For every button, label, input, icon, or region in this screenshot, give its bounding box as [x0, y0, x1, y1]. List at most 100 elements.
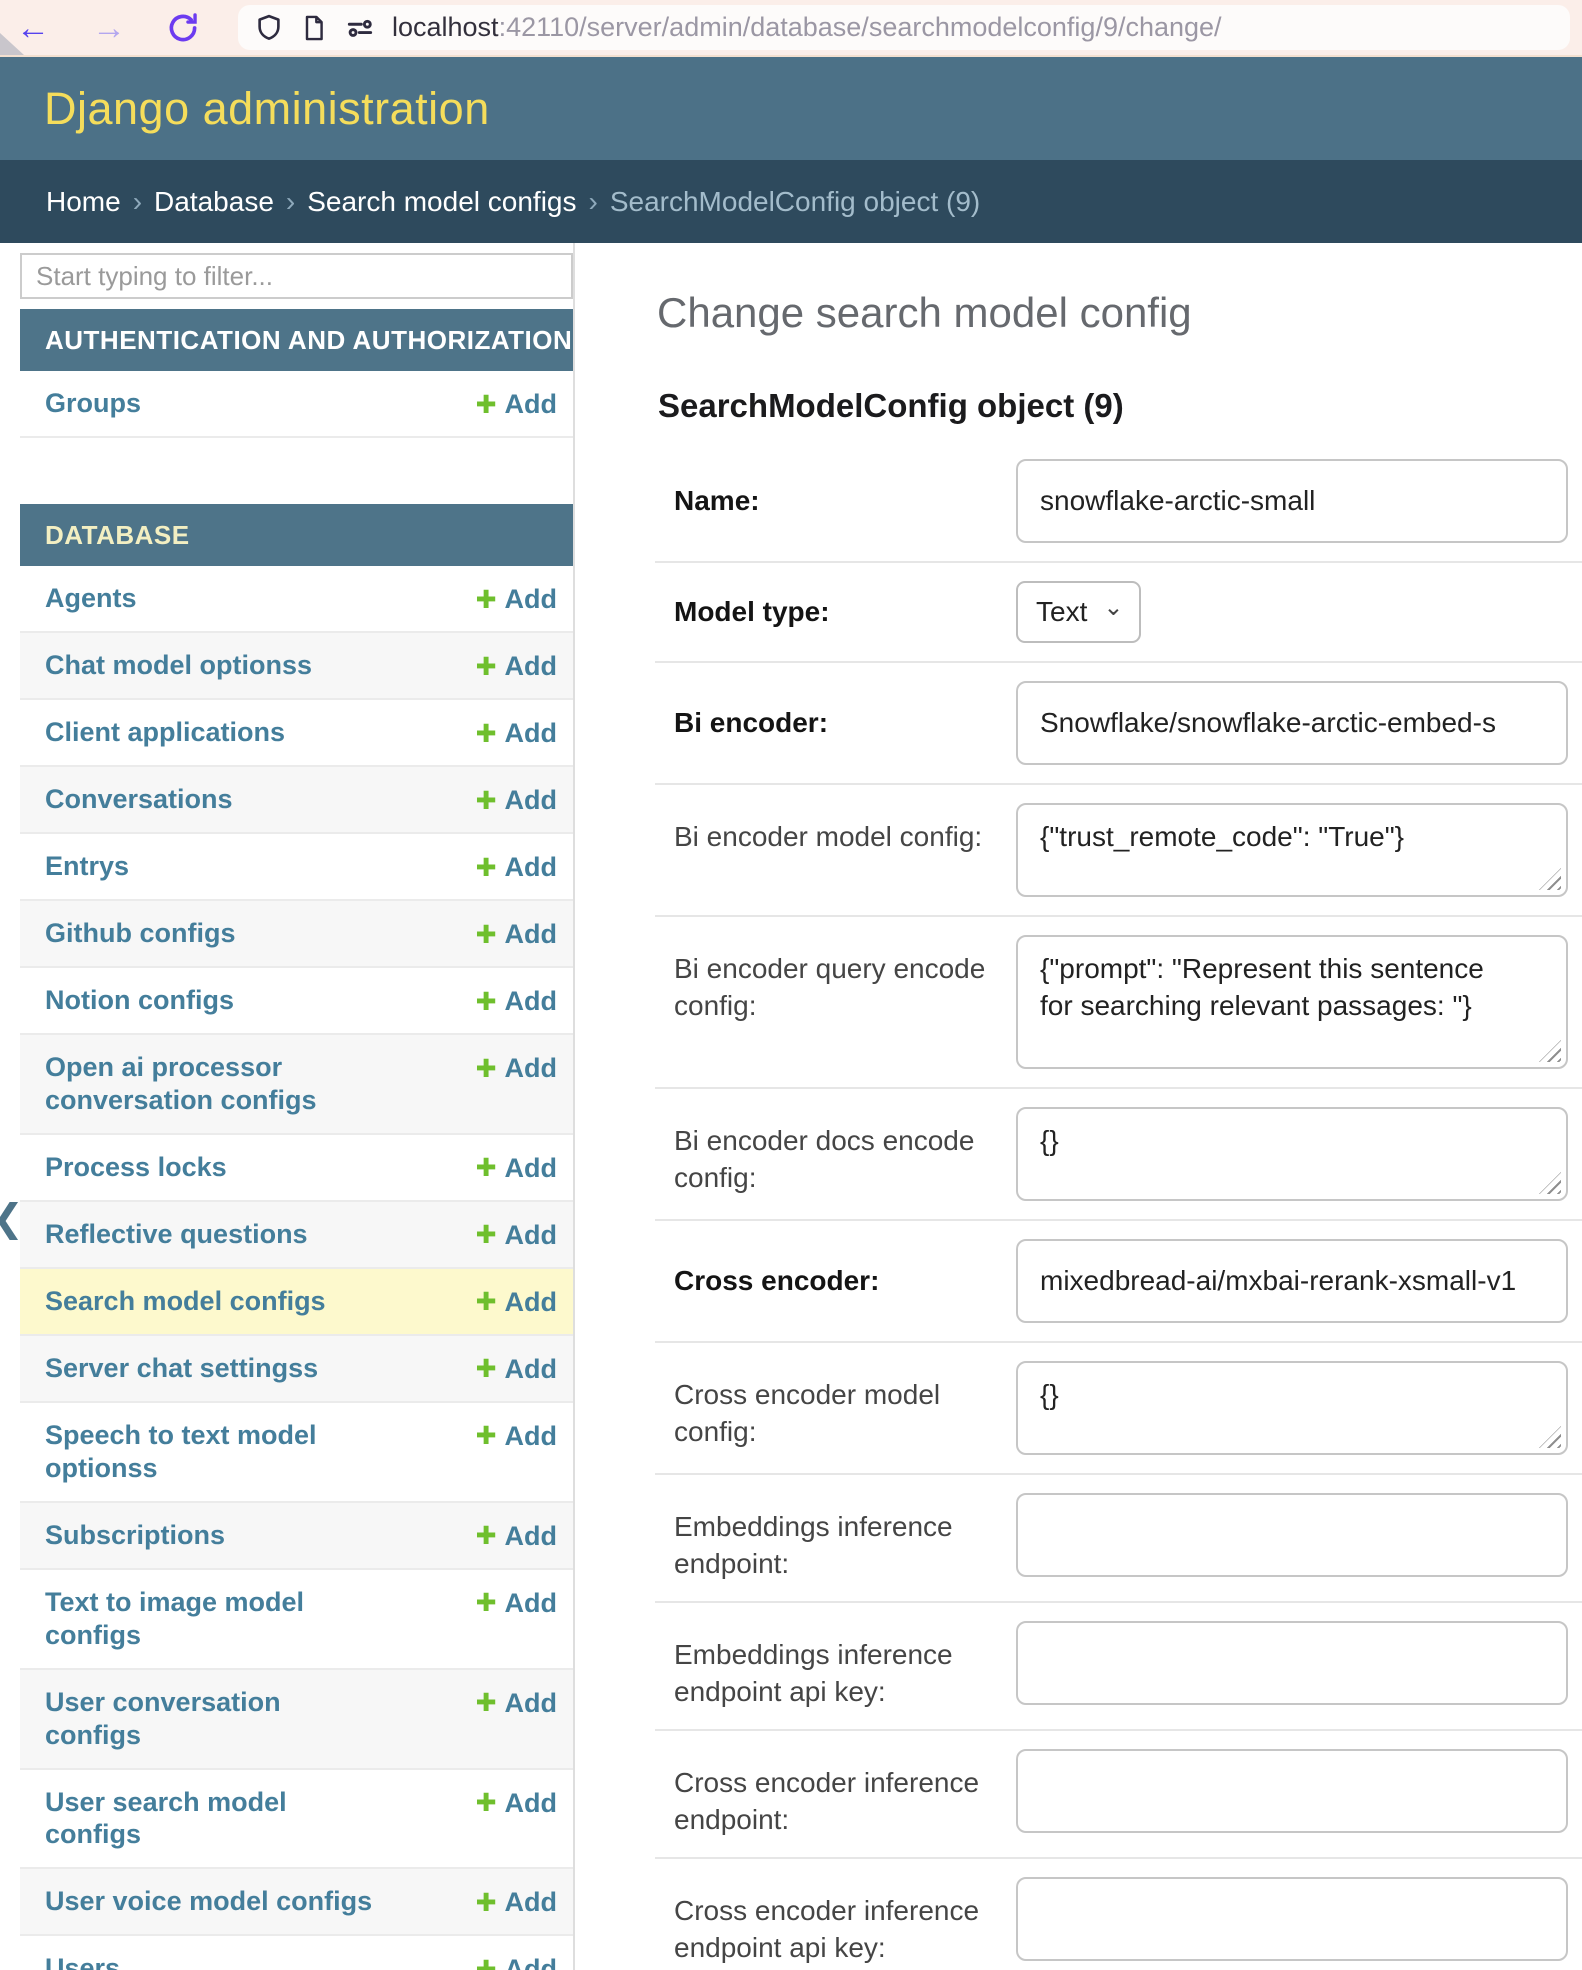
sidebar-item-open-ai-processor-conversation-configs[interactable]: Open ai processor conversation configs ✚A… [20, 1035, 573, 1135]
sidebar-item-link[interactable]: Reflective questions [45, 1218, 308, 1251]
field-cross-encoder-inference-endpoint-api-key [1016, 1877, 1568, 1961]
add-reflective-questions-button[interactable]: ✚Add [476, 1220, 557, 1251]
browser-forward-button[interactable]: → [92, 11, 126, 45]
input-value: mixedbread-ai/mxbai-rerank-xsmall-v1 [1040, 1265, 1516, 1297]
sidebar-item-link[interactable]: Agents [45, 582, 137, 615]
add-server-chat-settingss-button[interactable]: ✚Add [476, 1354, 557, 1385]
add-speech-to-text-model-optionss-button[interactable]: ✚Add [476, 1421, 557, 1452]
sidebar-item-link[interactable]: Subscriptions [45, 1519, 225, 1552]
sidebar-item-link[interactable]: Server chat settingss [45, 1352, 318, 1385]
sidebar-item-user-search-model-configs[interactable]: User search model configs ✚Add [20, 1770, 573, 1870]
add-client-applications-button[interactable]: ✚Add [476, 718, 557, 749]
add-user-conversation-configs-button[interactable]: ✚Add [476, 1688, 557, 1719]
sidebar-item-notion-configs[interactable]: Notion configs ✚Add [20, 968, 573, 1035]
sidebar-item-reflective-questions[interactable]: Reflective questions ✚Add [20, 1202, 573, 1269]
field-row-cross-encoder-inference-endpoint: Cross encoder inference endpoint: [655, 1731, 1582, 1859]
resize-grip-icon[interactable] [1539, 1426, 1561, 1448]
sidebar-item-groups[interactable]: Groups ✚Add [20, 371, 573, 438]
site-title[interactable]: Django administration [44, 83, 490, 135]
model-type-select[interactable]: Text⌄ [1016, 581, 1141, 643]
browser-reload-button[interactable] [166, 11, 200, 45]
add-subscriptions-button[interactable]: ✚Add [476, 1521, 557, 1552]
cross-encoder-inference-endpoint-input[interactable] [1016, 1749, 1568, 1833]
bi-encoder-input[interactable]: Snowflake/snowflake-arctic-embed-s [1016, 681, 1568, 765]
embeddings-inference-endpoint-api-key-input[interactable] [1016, 1621, 1568, 1705]
add-users-button[interactable]: ✚Add [476, 1954, 557, 1970]
sidebar-item-user-conversation-configs[interactable]: User conversation configs ✚Add [20, 1670, 573, 1770]
permissions-icon[interactable] [344, 12, 376, 44]
field-label-cross-encoder-model-config: Cross encoder model config: [674, 1361, 1016, 1451]
sidebar-item-link[interactable]: Conversations [45, 783, 233, 816]
name-input[interactable]: snowflake-arctic-small [1016, 459, 1568, 543]
breadcrumb-link-home[interactable]: Home [46, 186, 121, 218]
add-text-to-image-model-configs-button[interactable]: ✚Add [476, 1588, 557, 1619]
nav-sidebar: AUTHENTICATION AND AUTHORIZATIONGroups✚A… [0, 243, 575, 1970]
field-bi-encoder-model-config: {"trust_remote_code": "True"} [1016, 803, 1568, 897]
sidebar-filter-input[interactable] [20, 253, 573, 299]
sidebar-item-link[interactable]: Users [45, 1952, 120, 1970]
sidebar-item-link[interactable]: Speech to text model optionss [45, 1419, 375, 1485]
sidebar-item-link[interactable]: Search model configs [45, 1285, 326, 1318]
sidebar-item-link[interactable]: Groups [45, 387, 141, 420]
breadcrumb: Home›Database›Search model configs›Searc… [0, 160, 1582, 243]
sidebar-item-link[interactable]: Github configs [45, 917, 235, 950]
sidebar-item-link[interactable]: Chat model optionss [45, 649, 312, 682]
add-conversations-button[interactable]: ✚Add [476, 785, 557, 816]
breadcrumb-link-search-model-configs[interactable]: Search model configs [307, 186, 576, 218]
bi-encoder-query-encode-config-textarea[interactable]: {"prompt": "Represent this sentence for … [1016, 935, 1568, 1069]
sidebar-item-search-model-configs[interactable]: Search model configs ✚Add [20, 1269, 573, 1336]
shield-icon[interactable] [254, 13, 284, 43]
add-github-configs-button[interactable]: ✚Add [476, 919, 557, 950]
add-search-model-configs-button[interactable]: ✚Add [476, 1287, 557, 1318]
cross-encoder-inference-endpoint-api-key-input[interactable] [1016, 1877, 1568, 1961]
sidebar-item-link[interactable]: Client applications [45, 716, 285, 749]
plus-icon: ✚ [476, 1888, 497, 1918]
add-user-voice-model-configs-button[interactable]: ✚Add [476, 1887, 557, 1918]
add-process-locks-button[interactable]: ✚Add [476, 1153, 557, 1184]
sidebar-item-conversations[interactable]: Conversations ✚Add [20, 767, 573, 834]
sidebar-item-entrys[interactable]: Entrys ✚Add [20, 834, 573, 901]
sidebar-item-process-locks[interactable]: Process locks ✚Add [20, 1135, 573, 1202]
sidebar-item-link[interactable]: Entrys [45, 850, 129, 883]
cross-encoder-input[interactable]: mixedbread-ai/mxbai-rerank-xsmall-v1 [1016, 1239, 1568, 1323]
sidebar-item-agents[interactable]: Agents ✚Add [20, 566, 573, 633]
sidebar-item-link[interactable]: Open ai processor conversation configs [45, 1051, 375, 1117]
sidebar-item-users[interactable]: Users ✚Add [20, 1936, 573, 1970]
add-groups-button[interactable]: ✚Add [476, 389, 557, 420]
add-user-search-model-configs-button[interactable]: ✚Add [476, 1788, 557, 1819]
resize-grip-icon[interactable] [1539, 868, 1561, 890]
add-chat-model-optionss-button[interactable]: ✚Add [476, 651, 557, 682]
add-notion-configs-button[interactable]: ✚Add [476, 986, 557, 1017]
sidebar-item-link[interactable]: Process locks [45, 1151, 227, 1184]
sidebar-item-server-chat-settingss[interactable]: Server chat settingss ✚Add [20, 1336, 573, 1403]
breadcrumb-link-database[interactable]: Database [154, 186, 274, 218]
url-bar[interactable]: localhost:42110/server/admin/database/se… [238, 5, 1570, 50]
resize-grip-icon[interactable] [1539, 1040, 1561, 1062]
sidebar-item-link[interactable]: User search model configs [45, 1786, 375, 1852]
sidebar-item-client-applications[interactable]: Client applications ✚Add [20, 700, 573, 767]
add-entrys-button[interactable]: ✚Add [476, 852, 557, 883]
field-label-bi-encoder: Bi encoder: [674, 705, 1016, 742]
sidebar-item-link[interactable]: User voice model configs [45, 1885, 372, 1918]
reload-icon [166, 11, 200, 45]
resize-grip-icon[interactable] [1539, 1172, 1561, 1194]
sidebar-item-link[interactable]: Notion configs [45, 984, 234, 1017]
sidebar-item-github-configs[interactable]: Github configs ✚Add [20, 901, 573, 968]
sidebar-toggle-icon[interactable]: ❮ [0, 1196, 24, 1241]
field-embeddings-inference-endpoint-api-key [1016, 1621, 1568, 1705]
browser-back-button[interactable]: ← [16, 11, 50, 45]
document-icon[interactable] [300, 14, 328, 42]
sidebar-item-chat-model-optionss[interactable]: Chat model optionss ✚Add [20, 633, 573, 700]
sidebar-item-subscriptions[interactable]: Subscriptions ✚Add [20, 1503, 573, 1570]
bi-encoder-docs-encode-config-textarea[interactable]: {} [1016, 1107, 1568, 1201]
add-open-ai-processor-conversation-configs-button[interactable]: ✚Add [476, 1053, 557, 1084]
add-agents-button[interactable]: ✚Add [476, 584, 557, 615]
sidebar-item-link[interactable]: User conversation configs [45, 1686, 375, 1752]
cross-encoder-model-config-textarea[interactable]: {} [1016, 1361, 1568, 1455]
bi-encoder-model-config-textarea[interactable]: {"trust_remote_code": "True"} [1016, 803, 1568, 897]
embeddings-inference-endpoint-input[interactable] [1016, 1493, 1568, 1577]
sidebar-item-link[interactable]: Text to image model configs [45, 1586, 375, 1652]
sidebar-item-user-voice-model-configs[interactable]: User voice model configs ✚Add [20, 1869, 573, 1936]
sidebar-item-text-to-image-model-configs[interactable]: Text to image model configs ✚Add [20, 1570, 573, 1670]
sidebar-item-speech-to-text-model-optionss[interactable]: Speech to text model optionss ✚Add [20, 1403, 573, 1503]
